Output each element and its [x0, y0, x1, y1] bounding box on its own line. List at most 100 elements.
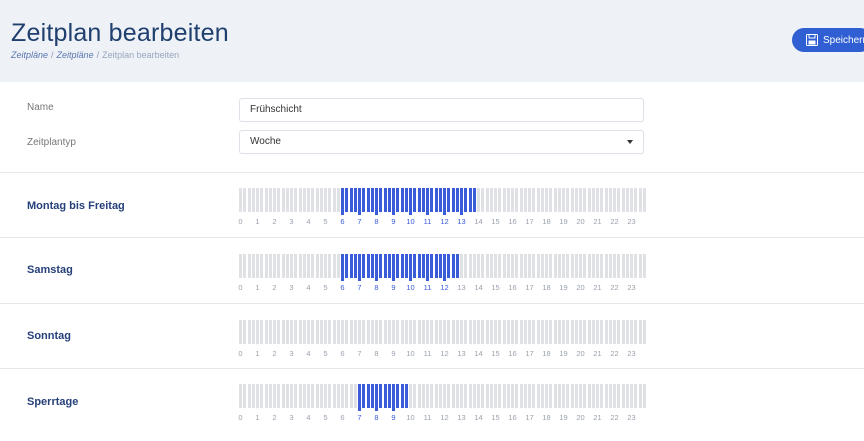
time-slot[interactable] [281, 254, 285, 278]
time-slot[interactable] [464, 320, 468, 344]
time-slot[interactable] [277, 320, 281, 344]
time-slot[interactable] [413, 188, 417, 212]
time-slot[interactable] [523, 188, 527, 212]
time-slot[interactable] [260, 320, 264, 344]
time-slot[interactable] [608, 188, 612, 212]
time-slot[interactable] [608, 254, 612, 278]
time-slot[interactable] [604, 188, 608, 212]
time-slot[interactable] [604, 384, 608, 408]
time-slot[interactable] [515, 320, 519, 344]
time-slot[interactable] [562, 384, 565, 408]
time-slot[interactable] [426, 188, 429, 215]
time-slot[interactable] [553, 384, 557, 408]
save-button[interactable]: Speichern [792, 28, 864, 52]
time-slot[interactable] [298, 188, 302, 212]
time-slot[interactable] [409, 188, 412, 215]
time-slot[interactable] [268, 254, 272, 278]
breadcrumb-link-schedules-2[interactable]: Zeitpläne [57, 50, 94, 60]
time-slot[interactable] [332, 320, 336, 344]
time-slot[interactable] [290, 320, 293, 344]
time-slot[interactable] [532, 384, 536, 408]
time-slot[interactable] [307, 384, 310, 408]
time-slot[interactable] [540, 254, 544, 278]
time-slot[interactable] [443, 320, 446, 344]
time-slot[interactable] [528, 320, 531, 344]
time-slot[interactable] [281, 188, 285, 212]
time-slot[interactable] [264, 320, 268, 344]
time-slot[interactable] [506, 384, 510, 408]
time-slot[interactable] [613, 188, 616, 212]
time-slot[interactable] [332, 188, 336, 212]
time-slot[interactable] [383, 254, 387, 278]
time-slot[interactable] [498, 188, 502, 212]
time-slot[interactable] [460, 320, 463, 344]
time-slot[interactable] [290, 384, 293, 408]
time-slot[interactable] [617, 320, 621, 344]
time-slot[interactable] [545, 254, 548, 278]
time-slot[interactable] [243, 254, 247, 278]
time-slot[interactable] [353, 320, 357, 344]
time-slot[interactable] [638, 188, 642, 212]
time-slot[interactable] [583, 254, 587, 278]
time-slot[interactable] [630, 188, 633, 212]
time-slot[interactable] [455, 188, 459, 212]
time-slot[interactable] [311, 384, 315, 408]
time-slot[interactable] [307, 254, 310, 278]
time-slot[interactable] [489, 320, 493, 344]
time-slot[interactable] [324, 254, 327, 278]
time-slot[interactable] [557, 320, 561, 344]
time-slot[interactable] [570, 384, 574, 408]
time-slot[interactable] [481, 320, 485, 344]
time-slot[interactable] [413, 384, 417, 408]
time-slot[interactable] [404, 384, 408, 408]
time-slot[interactable] [617, 384, 621, 408]
time-slot[interactable] [634, 384, 638, 408]
time-slot[interactable] [625, 254, 629, 278]
time-slot[interactable] [277, 188, 281, 212]
time-slot[interactable] [443, 384, 446, 408]
time-slot[interactable] [604, 320, 608, 344]
time-slot[interactable] [515, 254, 519, 278]
time-slot[interactable] [468, 254, 472, 278]
time-slot[interactable] [498, 384, 502, 408]
time-slot[interactable] [273, 254, 276, 278]
time-slot[interactable] [532, 254, 536, 278]
time-slot[interactable] [545, 384, 548, 408]
time-slot[interactable] [447, 384, 451, 408]
time-slot[interactable] [349, 320, 353, 344]
time-slot[interactable] [472, 320, 476, 344]
time-slot[interactable] [362, 384, 366, 408]
time-slot[interactable] [579, 254, 582, 278]
time-slot[interactable] [617, 188, 621, 212]
time-slot[interactable] [566, 188, 570, 212]
time-slot[interactable] [502, 188, 506, 212]
time-slot[interactable] [392, 384, 395, 411]
time-slot[interactable] [642, 320, 646, 344]
time-slot[interactable] [562, 254, 565, 278]
time-slot[interactable] [443, 254, 446, 281]
time-slot[interactable] [553, 254, 557, 278]
time-slot[interactable] [358, 188, 361, 215]
time-slot[interactable] [264, 254, 268, 278]
time-slot[interactable] [294, 320, 298, 344]
time-slot[interactable] [336, 254, 340, 278]
time-slot[interactable] [375, 188, 378, 215]
time-slot[interactable] [328, 320, 332, 344]
time-slot[interactable] [362, 188, 366, 212]
time-slot[interactable] [498, 254, 502, 278]
time-slot[interactable] [392, 320, 395, 344]
time-slot[interactable] [638, 254, 642, 278]
time-slot[interactable] [472, 188, 476, 212]
time-slot[interactable] [379, 320, 383, 344]
time-slot[interactable] [336, 188, 340, 212]
time-slot[interactable] [426, 254, 429, 281]
time-slot[interactable] [404, 188, 408, 212]
time-slot[interactable] [570, 188, 574, 212]
time-slot[interactable] [502, 384, 506, 408]
time-slot[interactable] [570, 254, 574, 278]
time-slot[interactable] [447, 320, 451, 344]
time-slot[interactable] [281, 320, 285, 344]
time-slot[interactable] [285, 254, 289, 278]
time-slot[interactable] [328, 384, 332, 408]
time-slot[interactable] [600, 254, 604, 278]
